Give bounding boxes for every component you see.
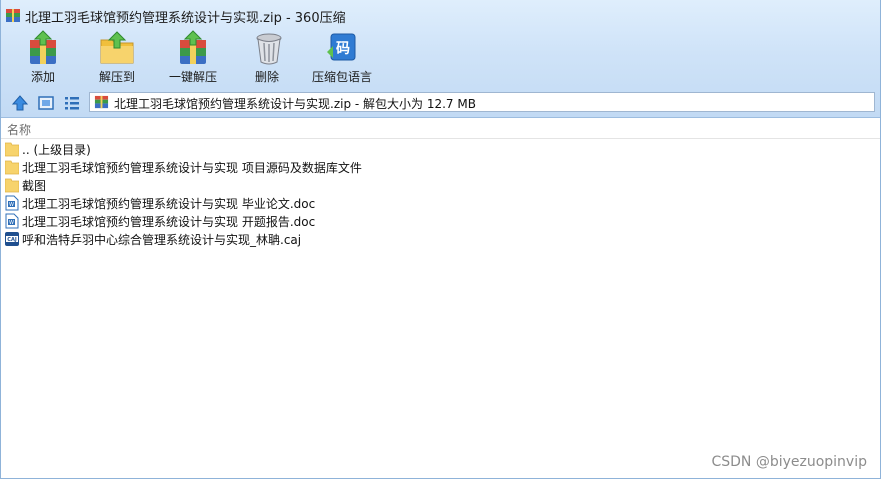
path-text: 北理工羽毛球馆预约管理系统设计与实现.zip - 解包大小为 12.7 MB (114, 97, 476, 111)
list-item[interactable]: CAJ 呼和浩特乒羽中心综合管理系统设计与实现_林聃.caj (1, 230, 880, 248)
list-item-name: 呼和浩特乒羽中心综合管理系统设计与实现_林聃.caj (22, 233, 302, 247)
toolbar: 添加 解压到 一键解压 删除 码 压缩包语言 (1, 30, 880, 86)
folder-icon (5, 142, 19, 157)
list-item[interactable]: W 北理工羽毛球馆预约管理系统设计与实现 开题报告.doc (1, 212, 880, 230)
svg-text:W: W (9, 220, 14, 226)
extract-to-icon (100, 31, 134, 64)
title-bar: 北理工羽毛球馆预约管理系统设计与实现.zip - 360压缩 (1, 0, 880, 30)
add-archive-icon (30, 30, 56, 64)
archive-language-icon: 码 (327, 33, 356, 61)
window-chrome: 北理工羽毛球馆预约管理系统设计与实现.zip - 360压缩 添加 解压到 一键… (1, 0, 880, 118)
delete-button[interactable]: 删除 (251, 30, 283, 86)
extract-to-label: 解压到 (98, 70, 135, 84)
list-item[interactable]: .. (上级目录) (1, 140, 880, 158)
list-item-name: 北理工羽毛球馆预约管理系统设计与实现 项目源码及数据库文件 (22, 161, 362, 175)
add-button[interactable]: 添加 (21, 30, 65, 86)
one-click-extract-icon (180, 30, 206, 64)
folder-icon (5, 160, 19, 175)
zip-archive-icon (6, 9, 20, 22)
archive-language-label: 压缩包语言 (311, 70, 372, 84)
one-click-extract-label: 一键解压 (168, 70, 217, 84)
caj-document-icon: CAJ (5, 232, 19, 246)
path-field[interactable]: 北理工羽毛球馆预约管理系统设计与实现.zip - 解包大小为 12.7 MB (89, 92, 875, 112)
add-button-label: 添加 (30, 70, 55, 84)
zip-archive-icon (94, 95, 109, 109)
list-item[interactable]: 北理工羽毛球馆预约管理系统设计与实现 项目源码及数据库文件 (1, 158, 880, 176)
one-click-extract-button[interactable]: 一键解压 (165, 30, 221, 86)
archive-language-button[interactable]: 码 压缩包语言 (310, 30, 374, 86)
word-document-icon: W (5, 195, 19, 211)
language-glyph: 码 (336, 41, 350, 57)
name-column-header[interactable]: 名称 (1, 118, 880, 139)
delete-trash-icon (256, 33, 282, 65)
delete-label: 删除 (254, 70, 279, 84)
list-item[interactable]: W 北理工羽毛球馆预约管理系统设计与实现 毕业论文.doc (1, 194, 880, 212)
list-item[interactable]: 截图 (1, 176, 880, 194)
thumbnail-view-icon[interactable] (37, 94, 55, 112)
up-arrow-icon[interactable] (11, 94, 29, 112)
list-item-name: 截图 (22, 179, 47, 193)
archive-window: 北理工羽毛球馆预约管理系统设计与实现.zip - 360压缩 添加 解压到 一键… (0, 0, 881, 479)
folder-icon (5, 178, 19, 193)
svg-text:CAJ: CAJ (7, 237, 17, 243)
name-column-label: 名称 (7, 123, 32, 137)
watermark: CSDN @biyezuopinvip (711, 454, 867, 470)
word-document-icon: W (5, 213, 19, 229)
address-bar: 北理工羽毛球馆预约管理系统设计与实现.zip - 解包大小为 12.7 MB (1, 90, 880, 116)
svg-text:W: W (9, 202, 14, 208)
list-item-name: .. (上级目录) (22, 143, 91, 157)
extract-to-button[interactable]: 解压到 (94, 30, 140, 86)
file-list: 名称 .. (上级目录) 北理工羽毛球馆预约管理系统设计与实现 项目源码及数据库… (1, 118, 880, 478)
list-view-icon[interactable] (63, 94, 81, 112)
list-item-name: 北理工羽毛球馆预约管理系统设计与实现 开题报告.doc (22, 215, 316, 229)
list-item-name: 北理工羽毛球馆预约管理系统设计与实现 毕业论文.doc (22, 197, 316, 211)
window-title: 北理工羽毛球馆预约管理系统设计与实现.zip - 360压缩 (25, 11, 346, 26)
